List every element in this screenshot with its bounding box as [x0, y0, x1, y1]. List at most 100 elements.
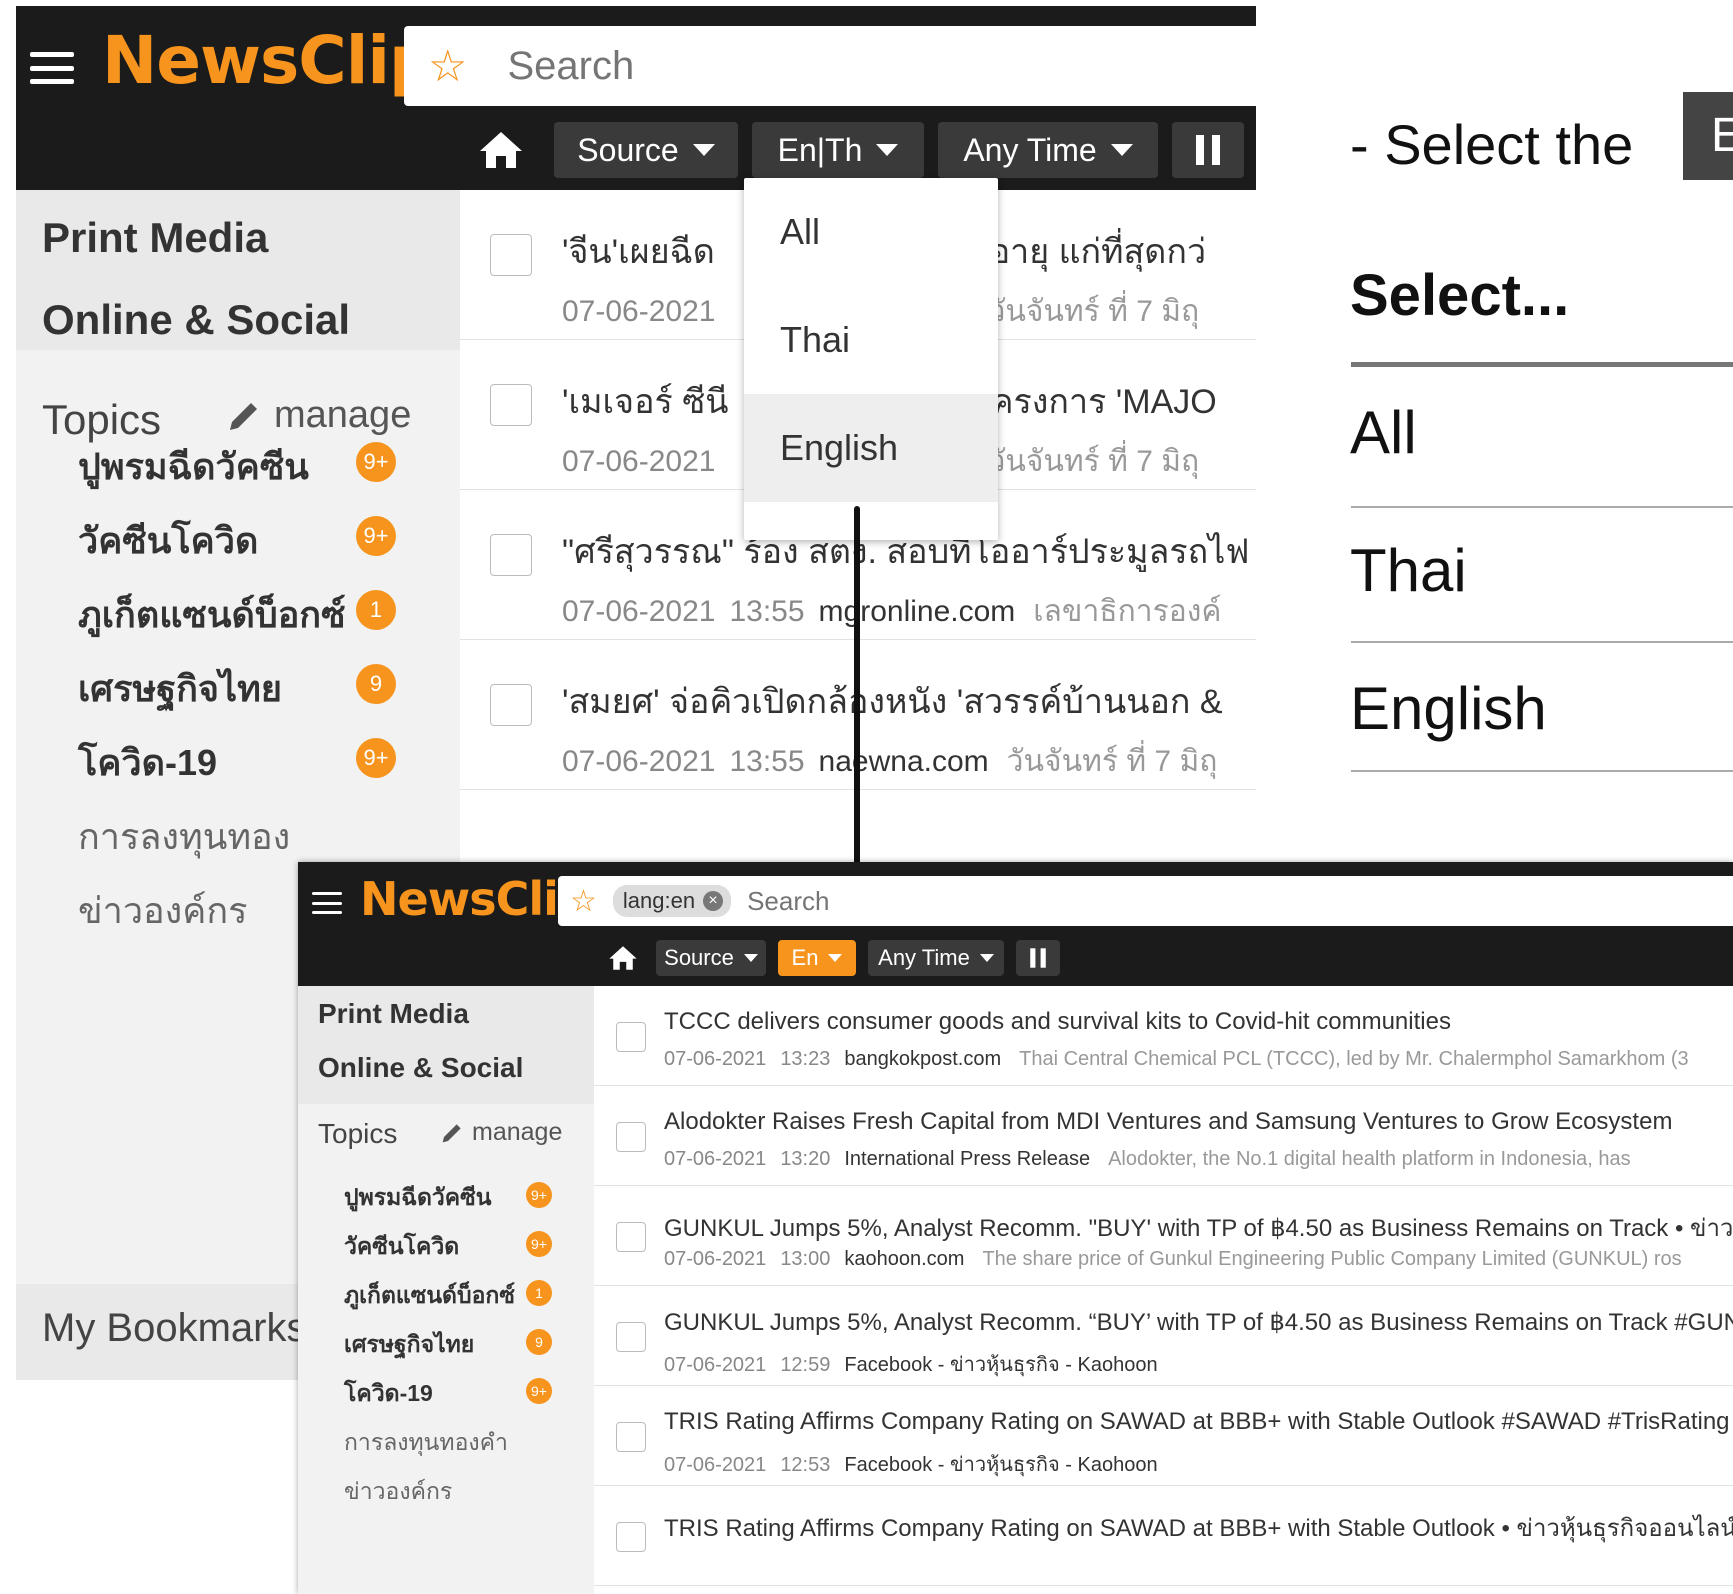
search-chip[interactable]: lang:en × — [612, 885, 732, 917]
news-title[interactable]: TRIS Rating Affirms Company Rating on SA… — [664, 1508, 1733, 1547]
news-meta: 07-06-2021 13:00 kaohoon.com The share pric… — [664, 1248, 1682, 1271]
nav-print-media[interactable]: Print Media — [42, 214, 268, 262]
search-box[interactable]: ☆ lang:en × — [558, 876, 1733, 926]
topic-count-badge: 9+ — [526, 1231, 552, 1257]
select-option-thai[interactable]: Thai — [1350, 536, 1467, 605]
topic-item[interactable]: การลงทุนทองคำ — [344, 1425, 508, 1461]
manage-topics-button[interactable]: manage — [226, 394, 411, 437]
news-checkbox[interactable] — [616, 1522, 646, 1552]
home-icon[interactable] — [478, 130, 524, 170]
source-filter-label: Source — [664, 945, 734, 970]
hamburger-menu-icon[interactable] — [30, 52, 74, 84]
news-meta: 07-06-2021 13:55 mgronline.com เลขาธิการองค… — [562, 588, 1221, 635]
news-meta: 07-06-2021 13:23 bangkokpost.com Thai Centr… — [664, 1048, 1689, 1071]
news-source[interactable]: Facebook - ข่าวหุ้นธุรกิจ - Kaohoon — [844, 1454, 1157, 1476]
newsclip-logo[interactable]: NewsClip — [102, 22, 436, 99]
topic-item[interactable]: ภูเก็ตแซนด์บ็อกซ์ — [344, 1278, 515, 1314]
search-input[interactable] — [507, 43, 1108, 89]
news-row[interactable]: GUNKUL Jumps 5%, Analyst Recomm. “BUY’ w… — [594, 1286, 1733, 1386]
topic-item[interactable]: วัคซีนโควิด — [344, 1229, 459, 1265]
news-row[interactable]: TRIS Rating Affirms Company Rating on SA… — [594, 1386, 1733, 1486]
star-icon[interactable]: ☆ — [428, 41, 467, 92]
language-filter-button[interactable]: En|Th — [752, 122, 924, 178]
newsclip-window-en: NewsClip ☆ lang:en × Source En Any Time … — [298, 862, 1733, 1594]
news-source[interactable]: Facebook - ข่าวหุ้นธุรกิจ - Kaohoon — [844, 1354, 1157, 1376]
topic-item[interactable]: ปูพรมฉีดวัคซีน — [344, 1180, 492, 1216]
star-icon[interactable]: ☆ — [570, 884, 597, 919]
home-icon[interactable] — [608, 945, 638, 971]
news-source[interactable]: bangkokpost.com — [844, 1048, 1001, 1070]
topic-item[interactable]: ข่าวองค์กร — [344, 1474, 452, 1510]
topic-item[interactable]: วัคซีนโควิด — [78, 512, 258, 569]
select-option-english[interactable]: English — [1350, 674, 1547, 743]
news-row[interactable]: Alodokter Raises Fresh Capital from MDI … — [594, 1086, 1733, 1186]
topic-count-badge: 9+ — [356, 442, 396, 482]
pause-button[interactable] — [1172, 122, 1244, 178]
time-filter-label: Any Time — [963, 131, 1097, 168]
news-checkbox[interactable] — [616, 1322, 646, 1352]
dropdown-option-all[interactable]: All — [744, 178, 998, 286]
news-row[interactable]: TCCC delivers consumer goods and surviva… — [594, 986, 1733, 1086]
news-checkbox[interactable] — [616, 1222, 646, 1252]
nav-online-social[interactable]: Online & Social — [42, 296, 350, 344]
news-source[interactable]: naewna.com — [819, 745, 989, 778]
news-title[interactable]: TRIS Rating Affirms Company Rating on SA… — [664, 1408, 1730, 1436]
option-divider — [1351, 506, 1733, 508]
news-description: วันจันทร์ ที่ 7 มิถุ — [988, 295, 1200, 328]
news-checkbox[interactable] — [490, 684, 532, 726]
news-title[interactable]: GUNKUL Jumps 5%, Analyst Recomm. "BUY' w… — [664, 1208, 1733, 1247]
pause-button[interactable] — [1016, 940, 1060, 976]
news-title[interactable]: 'จีน'เผยฉีด — [562, 224, 715, 278]
close-icon[interactable]: × — [703, 891, 724, 911]
news-title[interactable]: TCCC delivers consumer goods and surviva… — [664, 1008, 1451, 1036]
manage-topics-button[interactable]: manage — [440, 1118, 562, 1147]
news-date: 07-06-2021 — [664, 1454, 767, 1476]
news-source[interactable]: kaohoon.com — [844, 1248, 964, 1270]
dropdown-option-english[interactable]: English — [744, 394, 998, 502]
nav-print-media[interactable]: Print Media — [318, 998, 469, 1030]
news-title[interactable]: 'สมยศ' จ่อคิวเปิดกล้องหนัง 'สวรรค์บ้านนอ… — [562, 674, 1223, 728]
news-source[interactable]: International Press Release — [844, 1148, 1090, 1170]
news-checkbox[interactable] — [616, 1022, 646, 1052]
annotation-arrow-line — [854, 506, 860, 886]
news-checkbox[interactable] — [490, 384, 532, 426]
topic-item[interactable]: ปูพรมฉีดวัคซีน — [78, 438, 309, 495]
news-date: 07-06-2021 — [664, 1048, 767, 1070]
news-checkbox[interactable] — [616, 1122, 646, 1152]
chevron-down-icon — [743, 954, 758, 962]
topic-item[interactable]: เศรษฐกิจไทย — [344, 1327, 474, 1363]
language-filter-button[interactable]: En — [778, 940, 856, 976]
nav-my-bookmarks[interactable]: My Bookmarks — [42, 1306, 307, 1351]
topic-item[interactable]: การลงทุนทอง — [78, 808, 290, 865]
news-checkbox[interactable] — [490, 534, 532, 576]
news-source[interactable]: mgronline.com — [819, 595, 1016, 628]
topic-item[interactable]: ข่าวองค์กร — [78, 882, 247, 939]
language-filter-label: En — [791, 945, 819, 970]
news-checkbox[interactable] — [490, 234, 532, 276]
search-input[interactable] — [747, 885, 1148, 917]
topic-item[interactable]: เศรษฐกิจไทย — [78, 660, 282, 717]
news-date: 07-06-2021 — [562, 295, 716, 328]
newsclip-logo[interactable]: NewsClip — [360, 872, 591, 926]
news-checkbox[interactable] — [616, 1422, 646, 1452]
news-title[interactable]: GUNKUL Jumps 5%, Analyst Recomm. “BUY’ w… — [664, 1308, 1733, 1337]
news-title[interactable]: Alodokter Raises Fresh Capital from MDI … — [664, 1108, 1672, 1136]
source-filter-button[interactable]: Source — [554, 122, 738, 178]
select-option-all[interactable]: All — [1350, 398, 1417, 467]
news-time: 13:20 — [780, 1148, 831, 1170]
news-row[interactable]: TRIS Rating Affirms Company Rating on SA… — [594, 1486, 1733, 1586]
topic-item[interactable]: ภูเก็ตแซนด์บ็อกซ์ — [78, 586, 346, 643]
search-box[interactable]: ☆ — [404, 26, 1256, 106]
dropdown-option-thai[interactable]: Thai — [744, 286, 998, 394]
topic-item[interactable]: โควิด-19 — [344, 1376, 433, 1412]
time-filter-button[interactable]: Any Time — [868, 940, 1004, 976]
source-filter-button[interactable]: Source — [656, 940, 766, 976]
sidebar: Print Media Online & Social Topics manag… — [298, 986, 594, 1594]
time-filter-button[interactable]: Any Time — [938, 122, 1158, 178]
news-row[interactable]: GUNKUL Jumps 5%, Analyst Recomm. "BUY' w… — [594, 1186, 1733, 1286]
hamburger-menu-icon[interactable] — [312, 892, 342, 914]
topic-item[interactable]: โควิด-19 — [78, 734, 217, 791]
nav-online-social[interactable]: Online & Social — [318, 1052, 523, 1084]
news-meta: 07-06-2021 12:53 Facebook - ข่าวหุ้นธุรกิจ… — [664, 1448, 1176, 1480]
news-title[interactable]: 'เมเจอร์ ซีนี — [562, 374, 729, 428]
